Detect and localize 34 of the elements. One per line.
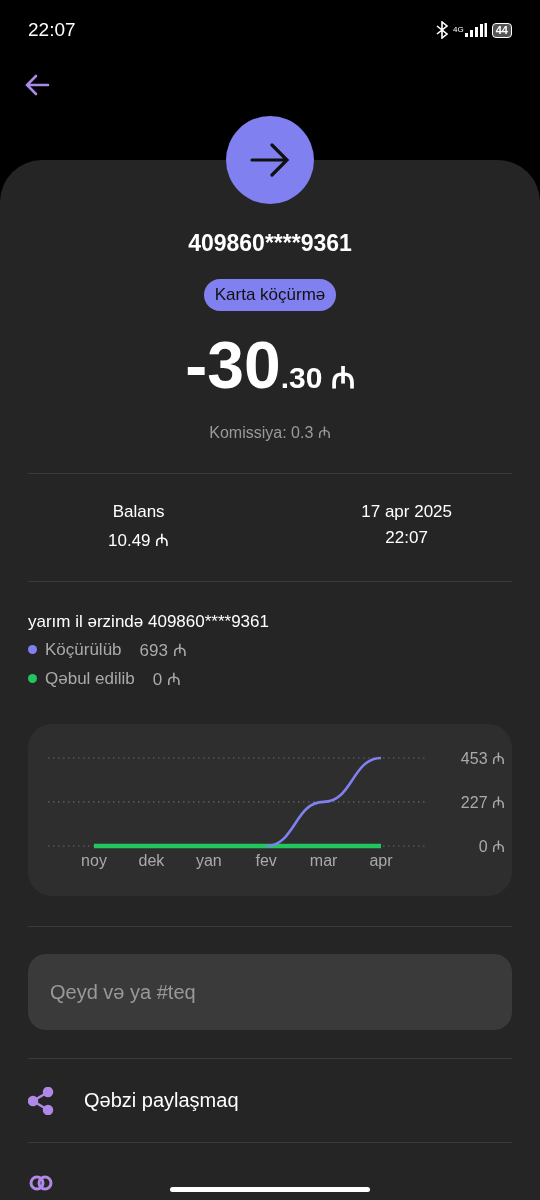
- axis-label: 453 ₼: [460, 750, 505, 767]
- detail-label: 17 apr 2025: [361, 502, 452, 522]
- axis-label: mar: [309, 852, 338, 869]
- axis-label: 227 ₼: [460, 793, 505, 811]
- axis-label: noy: [81, 852, 107, 869]
- back-button[interactable]: [24, 74, 50, 96]
- legend-value: 0 ₼: [152, 669, 181, 690]
- network-label: 4G: [453, 26, 464, 34]
- legend-label: Köçürülüb: [45, 639, 122, 660]
- share-icon: [28, 1086, 54, 1115]
- arrow-right-icon: [250, 143, 290, 177]
- axis-label: 0 ₼: [478, 838, 505, 855]
- category-tag: Karta köçürmə: [203, 279, 337, 311]
- legend-value: 693 ₼: [139, 640, 187, 661]
- commission-text: Komissiya: 0.3 ₼: [209, 423, 331, 443]
- account-number: 409860****9361: [188, 230, 352, 257]
- back-icon: [24, 74, 50, 96]
- legend-label: Qəbul edilib: [45, 668, 135, 689]
- signal-icon: [464, 23, 487, 37]
- action-item[interactable]: Qəbzi paylaşmaq: [28, 1059, 512, 1142]
- detail-value: 22:07: [385, 528, 428, 548]
- axis-label: dek: [138, 852, 165, 869]
- axis-label: fev: [255, 852, 277, 869]
- note-field[interactable]: Qeyd və ya #teq: [28, 954, 512, 1030]
- axis-label: apr: [369, 852, 393, 869]
- battery-indicator: 44: [491, 22, 512, 38]
- amount-fraction: .30 ₼: [280, 360, 355, 396]
- detail-value: 10.49 ₼: [108, 530, 170, 551]
- bluetooth-icon: [436, 21, 449, 39]
- summary-title: yarım il ərzində 409860****9361: [28, 612, 270, 632]
- status-time: 22:07: [28, 19, 76, 41]
- amount-integer: -30: [185, 327, 281, 403]
- axis-label: yan: [195, 852, 222, 869]
- detail-label: Balans: [112, 502, 165, 522]
